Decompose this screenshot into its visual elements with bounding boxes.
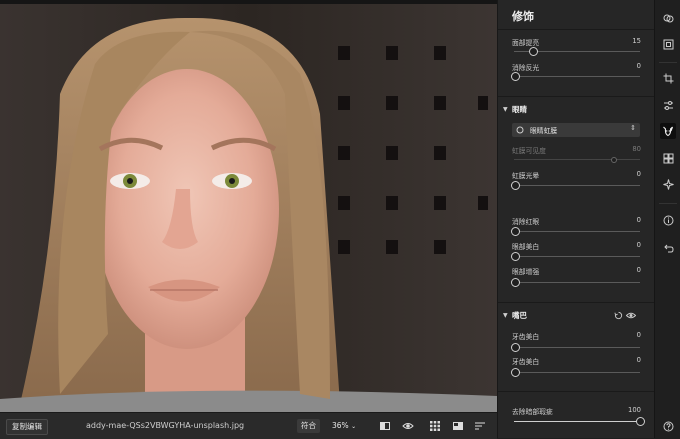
adjust-sliders-icon[interactable] [660, 97, 676, 113]
reset-icon[interactable] [614, 311, 623, 320]
copy-edit-button[interactable]: 复制编辑 [6, 419, 48, 435]
caret-down-icon[interactable]: ▼ [503, 106, 508, 113]
grid-filter-icon[interactable] [660, 150, 676, 166]
photo-canvas[interactable] [0, 0, 497, 412]
divider [498, 29, 655, 30]
bottom-bar: 复制编辑 addy-mae-QSs2VBWGYHA-unsplash.jpg 符… [0, 412, 497, 439]
slider-knob[interactable] [511, 72, 520, 81]
filename-label: addy-mae-QSs2VBWGYHA-unsplash.jpg [86, 421, 245, 430]
dark-blemish-value: 100 [628, 406, 641, 414]
iris-visibility-value: 80 [632, 145, 641, 153]
divider [659, 203, 677, 204]
eye-enhance-label: 眼部增强 [512, 268, 540, 276]
slider-knob[interactable] [636, 417, 645, 426]
info-icon[interactable] [660, 212, 676, 228]
eye-preview-icon[interactable] [402, 420, 414, 432]
circle-icon [516, 126, 524, 134]
divider [659, 62, 677, 63]
chevron-down-icon: ⌄ [351, 423, 357, 430]
slider-knob[interactable] [529, 47, 538, 56]
eye-mode-dropdown[interactable]: 眼睛虹膜 ⇕ [512, 123, 640, 137]
slider-knob [611, 157, 617, 163]
help-icon[interactable] [660, 418, 676, 434]
dark-blemish-label: 去除暗部瑕疵 [512, 408, 553, 416]
crop-icon[interactable] [660, 70, 676, 86]
divider [498, 302, 655, 303]
tool-strip [654, 0, 680, 438]
eye-whiten-label: 眼部美白 [512, 243, 540, 251]
retouch-panel: 修饰 面部提亮 15 消除反光 0 ▼ 眼睛 眼睛虹膜 ⇕ 虹膜可见度 80 虹… [497, 0, 655, 438]
dark-blemish-slider[interactable] [514, 417, 645, 426]
divider [498, 96, 655, 97]
sort-lines-icon[interactable] [474, 420, 486, 432]
slider-knob[interactable] [511, 227, 520, 236]
red-eye-slider[interactable] [511, 227, 640, 236]
eyes-section-title[interactable]: 眼睛 [512, 104, 527, 115]
zoom-value: 36% [332, 421, 349, 430]
iris-flare-slider[interactable] [511, 181, 640, 190]
slider-knob[interactable] [511, 252, 520, 261]
caret-down-icon[interactable]: ▼ [503, 312, 508, 319]
crop-frame-icon[interactable] [660, 36, 676, 52]
slider-knob[interactable] [511, 368, 520, 377]
compare-split-icon[interactable] [379, 420, 391, 432]
face-brighten-value: 15 [632, 37, 641, 45]
teeth-whiten-value: 0 [636, 331, 641, 339]
face-brighten-label: 面部提亮 [512, 39, 540, 47]
history-icon[interactable] [660, 240, 676, 256]
teeth-whiten-2-slider[interactable] [511, 368, 640, 377]
remove-shine-label: 消除反光 [512, 64, 540, 72]
iris-visibility-label: 虹膜可见度 [512, 147, 546, 155]
panel-title: 修饰 [512, 10, 534, 23]
remove-shine-slider[interactable] [511, 72, 640, 81]
eye-toggle-icon[interactable] [626, 311, 636, 320]
teeth-whiten-2-value: 0 [636, 356, 641, 364]
layers-icon[interactable] [660, 10, 676, 26]
slider-knob[interactable] [511, 181, 520, 190]
eye-whiten-value: 0 [636, 241, 641, 249]
teeth-whiten-label: 牙齿美白 [512, 333, 540, 341]
mouth-section-title[interactable]: 嘴巴 [512, 310, 527, 321]
remove-shine-value: 0 [636, 62, 641, 70]
slider-knob[interactable] [511, 278, 520, 287]
eye-whiten-slider[interactable] [511, 252, 640, 261]
up-down-chevron-icon: ⇕ [630, 124, 636, 132]
teeth-whiten-slider[interactable] [511, 343, 640, 352]
single-view-icon[interactable] [452, 420, 464, 432]
eye-enhance-slider[interactable] [511, 278, 640, 287]
fit-button[interactable]: 符合 [297, 419, 320, 433]
iris-flare-label: 虹膜光晕 [512, 172, 540, 180]
face-brighten-slider[interactable] [514, 47, 640, 56]
iris-flare-value: 0 [636, 170, 641, 178]
iris-visibility-slider [514, 157, 640, 163]
teeth-whiten-2-label: 牙齿美白 [512, 358, 540, 366]
red-eye-label: 消除红眼 [512, 218, 540, 226]
face-retouch-icon[interactable] [660, 123, 676, 139]
slider-knob[interactable] [511, 343, 520, 352]
portrait-photo [0, 4, 497, 412]
eye-mode-value: 眼睛虹膜 [530, 127, 558, 135]
red-eye-value: 0 [636, 216, 641, 224]
grid-view-icon[interactable] [429, 420, 441, 432]
divider [498, 391, 655, 392]
zoom-dropdown[interactable]: 36% ⌄ [332, 419, 356, 433]
sparkle-icon[interactable] [660, 176, 676, 192]
eye-enhance-value: 0 [636, 266, 641, 274]
